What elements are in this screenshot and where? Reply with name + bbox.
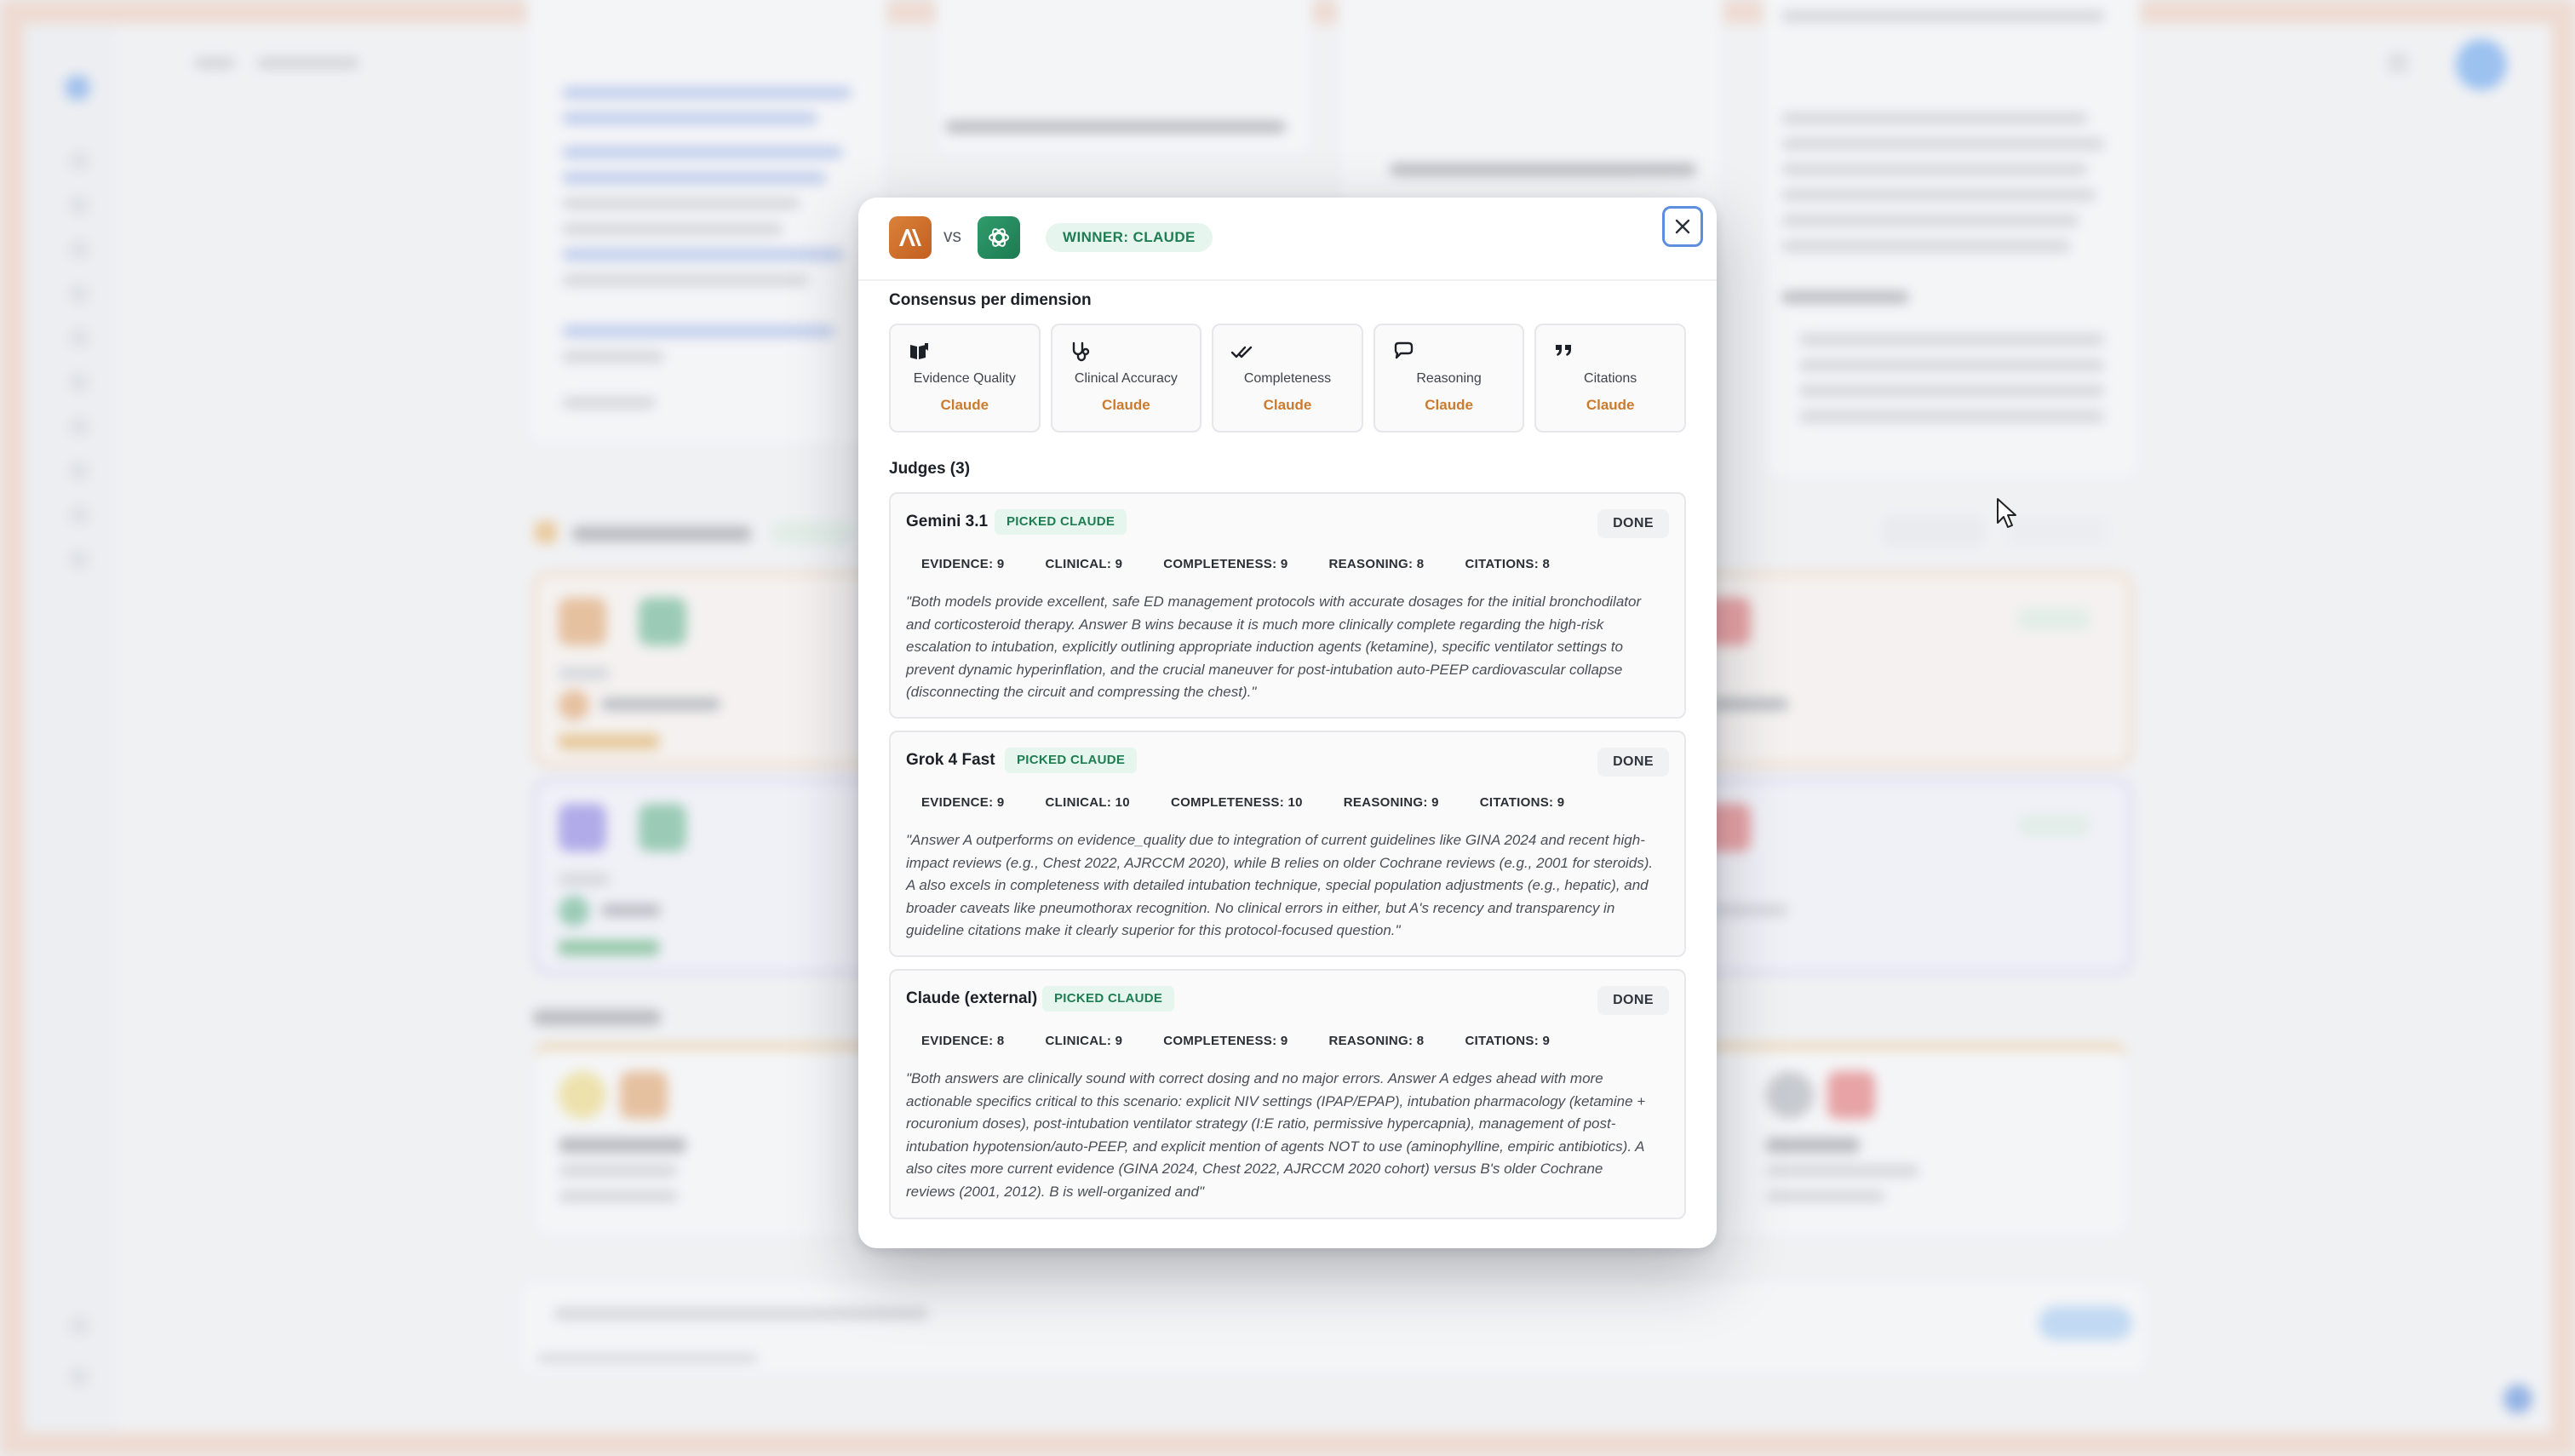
score-evidence: EVIDENCE: 9 [921,557,1005,571]
dimension-name: Reasoning [1416,371,1482,386]
dimension-winner: Claude [1586,397,1635,413]
judge-name: Claude (external) [906,989,1038,1007]
score-reasoning: REASONING: 9 [1343,795,1439,810]
judge-scores: EVIDENCE: 9 CLINICAL: 10 COMPLETENESS: 1… [921,795,1605,810]
dimension-citations: Citations Claude [1534,324,1686,433]
dimension-evidence-quality: Evidence Quality Claude [889,324,1041,433]
dimension-reasoning: Reasoning Claude [1373,324,1525,433]
judge-rationale: "Answer A outperforms on evidence_qualit… [906,832,1654,938]
judge-name: Gemini 3.1 [906,513,989,530]
anthropic-mark-icon [899,229,921,246]
score-reasoning: REASONING: 8 [1328,1034,1425,1048]
judge-card-claude-external: Claude (external) PICKED CLAUDE DONE EVI… [889,969,1686,1219]
winner-badge: WINNER: CLAUDE [1046,223,1213,252]
score-citations: CITATIONS: 9 [1479,795,1565,810]
score-citations: CITATIONS: 8 [1465,557,1551,571]
match-detail-modal: vs WINNER: CLAUDE Consensus per dimensio… [858,198,1717,1248]
openai-mark-icon [989,228,1009,247]
dimension-winner: Claude [1102,397,1150,413]
score-clinical: CLINICAL: 9 [1045,1034,1123,1048]
score-citations: CITATIONS: 9 [1465,1034,1551,1048]
dimension-name: Citations [1584,371,1637,386]
claude-logo-icon [889,216,932,259]
status-badge: DONE [1597,748,1669,777]
score-reasoning: REASONING: 8 [1328,557,1425,571]
modal-header: vs WINNER: CLAUDE [858,198,1717,281]
picked-badge: PICKED CLAUDE [1042,986,1175,1012]
judge-scores: EVIDENCE: 9 CLINICAL: 9 COMPLETENESS: 9 … [921,557,1591,571]
quote-icon [1556,345,1572,356]
judge-rationale: "Both models provide excellent, safe ED … [906,593,1642,700]
dimension-winner: Claude [1263,397,1312,413]
close-icon [1675,219,1690,234]
score-clinical: CLINICAL: 9 [1045,557,1123,571]
judge-rationale: "Both answers are clinically sound with … [906,1070,1646,1200]
dimension-completeness: Completeness Claude [1212,324,1363,433]
dimension-winner: Claude [1425,397,1473,413]
close-button[interactable] [1662,206,1703,247]
dimension-name: Evidence Quality [913,371,1016,386]
judge-card-grok: Grok 4 Fast PICKED CLAUDE DONE EVIDENCE:… [889,731,1686,957]
vs-label: vs [943,226,961,246]
dimension-clinical-accuracy: Clinical Accuracy Claude [1050,324,1202,433]
picked-badge: PICKED CLAUDE [995,509,1127,535]
dimension-name: Clinical Accuracy [1074,371,1178,386]
stethoscope-icon [1072,341,1089,362]
score-completeness: COMPLETENESS: 9 [1163,557,1288,571]
score-completeness: COMPLETENESS: 9 [1163,1034,1288,1048]
score-completeness: COMPLETENESS: 10 [1170,795,1303,810]
book-icon [910,343,928,359]
dimension-name: Completeness [1243,371,1332,386]
judge-name: Grok 4 Fast [906,751,995,769]
speech-bubble-icon [1394,341,1413,359]
status-badge: DONE [1597,509,1669,538]
picked-badge: PICKED CLAUDE [1005,748,1138,773]
judge-scores: EVIDENCE: 8 CLINICAL: 9 COMPLETENESS: 9 … [921,1034,1591,1048]
judges-title: Judges (3) [889,460,971,478]
double-check-icon [1230,346,1253,358]
status-badge: DONE [1597,986,1669,1015]
score-evidence: EVIDENCE: 9 [921,795,1005,810]
openai-logo-icon [978,216,1020,259]
dimension-winner: Claude [940,397,989,413]
judge-card-gemini: Gemini 3.1 PICKED CLAUDE DONE EVIDENCE: … [889,492,1686,719]
consensus-title: Consensus per dimension [889,291,1092,309]
score-clinical: CLINICAL: 10 [1045,795,1130,810]
score-evidence: EVIDENCE: 8 [921,1034,1005,1048]
consensus-dimensions: Evidence Quality Claude Clinical Accurac… [889,324,1686,433]
mouse-cursor-icon [1997,498,2016,528]
